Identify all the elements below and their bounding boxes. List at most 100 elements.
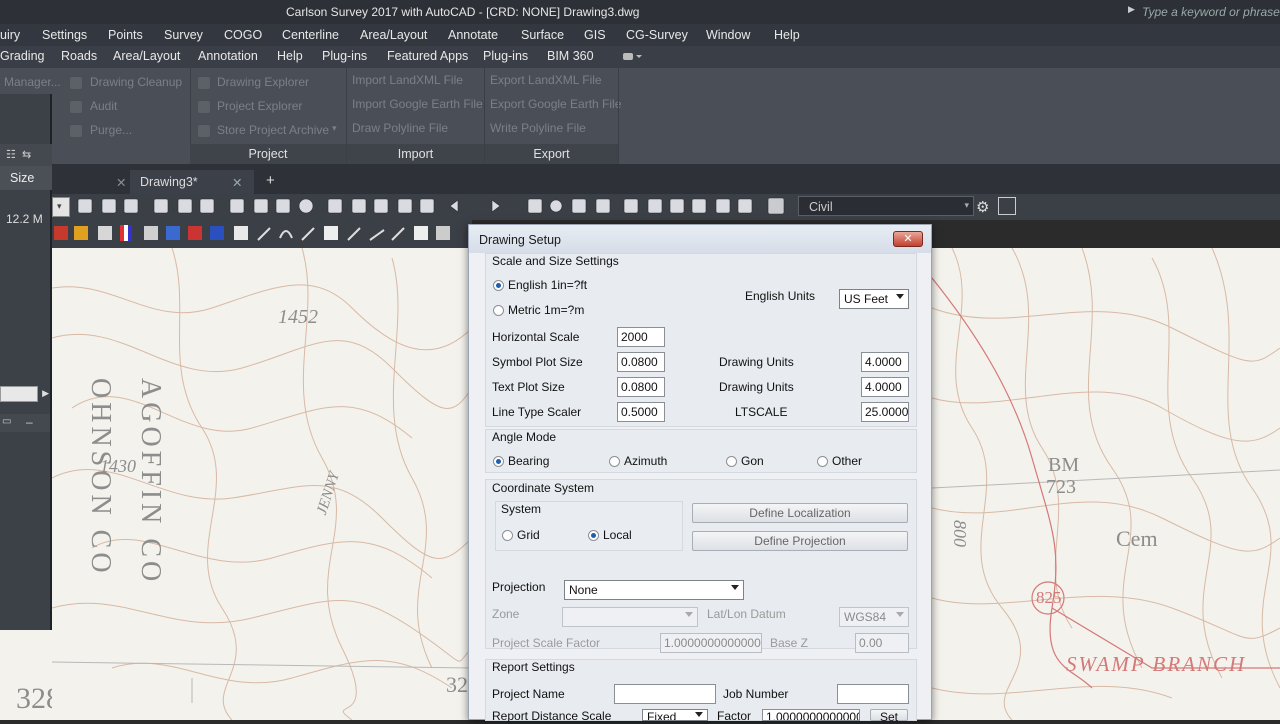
- tab-plugins-2[interactable]: Plug-ins: [483, 49, 528, 63]
- project-scale-factor-input[interactable]: 1.00000000000000: [660, 633, 762, 653]
- palette-hscroll[interactable]: ▶: [0, 386, 49, 402]
- help-search[interactable]: ▶ Type a keyword or phrase: [1128, 4, 1280, 20]
- gon-label[interactable]: Gon: [741, 454, 764, 468]
- panel-title-export[interactable]: Export: [485, 144, 618, 164]
- other-radio[interactable]: [817, 456, 828, 467]
- dialog-close-button[interactable]: ✕: [893, 231, 923, 247]
- carlson-icon-strip[interactable]: [52, 220, 472, 248]
- menu-survey[interactable]: Survey: [164, 28, 203, 42]
- ribbon-cmd-drawing-cleanup[interactable]: Drawing Cleanup: [90, 75, 182, 89]
- menu-annotate[interactable]: Annotate: [448, 28, 498, 42]
- tab-plugins[interactable]: Plug-ins: [322, 49, 367, 63]
- workspace-toggle-icon[interactable]: [622, 51, 642, 62]
- text-plot-size-input[interactable]: 0.0800: [617, 377, 665, 397]
- define-projection-button[interactable]: Define Projection: [692, 531, 908, 551]
- ribbon-cmd-project-explorer[interactable]: Project Explorer: [217, 99, 302, 113]
- report-distance-select[interactable]: Fixed: [642, 709, 708, 721]
- tab-close-icon[interactable]: ✕: [232, 175, 242, 190]
- other-label[interactable]: Other: [832, 454, 862, 468]
- layer-combo[interactable]: Civil ▾: [798, 196, 974, 216]
- menu-inquiry[interactable]: uiry: [0, 28, 20, 42]
- tab-area-layout[interactable]: Area/Layout: [113, 49, 180, 63]
- tab-featured-apps[interactable]: Featured Apps: [387, 49, 468, 63]
- settings-gear-icon[interactable]: ⚙: [976, 198, 989, 216]
- search-placeholder[interactable]: Type a keyword or phrase: [1142, 5, 1280, 19]
- menu-gis[interactable]: GIS: [584, 28, 606, 42]
- scroll-right-icon[interactable]: ▶: [42, 388, 49, 399]
- english-radio[interactable]: [493, 280, 504, 291]
- drawing-units-input-2[interactable]: 4.0000: [861, 377, 909, 397]
- define-localization-button[interactable]: Define Localization: [692, 503, 908, 523]
- local-radio[interactable]: [588, 530, 599, 541]
- toolbar-dropdown[interactable]: ▾: [52, 197, 70, 217]
- dialog-titlebar[interactable]: Drawing Setup ✕: [469, 225, 931, 253]
- metric-radio[interactable]: [493, 305, 504, 316]
- grid-radio[interactable]: [502, 530, 513, 541]
- window-icon[interactable]: ▭: [2, 416, 11, 427]
- expand-arrow-icon[interactable]: ▶: [1128, 4, 1135, 15]
- tab-drawing3[interactable]: Drawing3* ✕: [130, 170, 254, 194]
- audit-icon: [70, 101, 82, 113]
- new-tab-icon[interactable]: +: [256, 170, 285, 194]
- ribbon-cmd-write-polyline[interactable]: Write Polyline File: [490, 121, 586, 135]
- tab-annotation[interactable]: Annotation: [198, 49, 258, 63]
- menu-settings[interactable]: Settings: [42, 28, 87, 42]
- menu-area-layout[interactable]: Area/Layout: [360, 28, 427, 42]
- ribbon-cmd-export-google-earth[interactable]: Export Google Earth File: [490, 97, 621, 111]
- azimuth-radio[interactable]: [609, 456, 620, 467]
- ribbon-cmd-export-landxml[interactable]: Export LandXML File: [490, 73, 602, 87]
- menu-cg-survey[interactable]: CG-Survey: [626, 28, 688, 42]
- size-column-header[interactable]: Size: [0, 166, 52, 190]
- set-button[interactable]: Set: [870, 709, 908, 724]
- ribbon-cmd-import-google-earth[interactable]: Import Google Earth File: [352, 97, 483, 111]
- horizontal-scale-input[interactable]: 2000: [617, 327, 665, 347]
- panel-title-project[interactable]: Project: [190, 144, 346, 164]
- ribbon-cmd-store-project-archive[interactable]: Store Project Archive: [217, 123, 329, 137]
- ribbon-cmd-draw-polyline[interactable]: Draw Polyline File: [352, 121, 448, 135]
- english-radio-label[interactable]: English 1in=?ft: [508, 278, 587, 292]
- ltscale-input[interactable]: 25.0000: [861, 402, 909, 422]
- tab-bim-360[interactable]: BIM 360: [547, 49, 594, 63]
- grid-label[interactable]: Grid: [517, 528, 540, 542]
- menu-help[interactable]: Help: [774, 28, 800, 42]
- gon-radio[interactable]: [726, 456, 737, 467]
- metric-radio-label[interactable]: Metric 1m=?m: [508, 303, 584, 317]
- factor-input[interactable]: 1.00000000000000: [762, 709, 860, 721]
- bearing-label[interactable]: Bearing: [508, 454, 549, 468]
- tree-view-icon[interactable]: ⇆: [22, 148, 31, 161]
- panel-title-import[interactable]: Import: [347, 144, 484, 164]
- menu-bar: uiry Settings Points Survey COGO Centerl…: [0, 24, 1280, 46]
- dropdown-arrow-icon[interactable]: ▾: [332, 123, 337, 134]
- ribbon-cmd-audit[interactable]: Audit: [90, 99, 117, 113]
- azimuth-label[interactable]: Azimuth: [624, 454, 667, 468]
- tab-help[interactable]: Help: [277, 49, 303, 63]
- toolbar-icon-strip[interactable]: [72, 194, 792, 220]
- menu-window[interactable]: Window: [706, 28, 750, 42]
- projection-select[interactable]: None: [564, 580, 744, 600]
- drawing-area-left[interactable]: 328: [0, 630, 61, 720]
- layer-manager-icon[interactable]: [998, 197, 1016, 215]
- menu-centerline[interactable]: Centerline: [282, 28, 339, 42]
- menu-cogo[interactable]: COGO: [224, 28, 262, 42]
- ribbon-cmd-purge[interactable]: Purge...: [90, 123, 132, 137]
- tab-roads[interactable]: Roads: [61, 49, 97, 63]
- menu-surface[interactable]: Surface: [521, 28, 564, 42]
- tab-grading[interactable]: Grading: [0, 49, 44, 63]
- menu-points[interactable]: Points: [108, 28, 143, 42]
- ribbon-cmd-drawing-explorer[interactable]: Drawing Explorer: [217, 75, 309, 89]
- ribbon-cmd-import-landxml[interactable]: Import LandXML File: [352, 73, 463, 87]
- drawing-units-input-1[interactable]: 4.0000: [861, 352, 909, 372]
- list-view-icon[interactable]: ☷: [6, 148, 16, 161]
- zone-select[interactable]: [562, 607, 698, 627]
- symbol-plot-size-input[interactable]: 0.0800: [617, 352, 665, 372]
- local-label[interactable]: Local: [603, 528, 632, 542]
- project-name-input[interactable]: [614, 684, 716, 704]
- bearing-radio[interactable]: [493, 456, 504, 467]
- minimize-icon[interactable]: –: [26, 415, 33, 429]
- base-z-input[interactable]: 0.00: [855, 633, 909, 653]
- latlon-datum-select[interactable]: WGS84: [839, 607, 909, 627]
- line-type-scaler-input[interactable]: 0.5000: [617, 402, 665, 422]
- english-units-select[interactable]: US Feet: [839, 289, 909, 309]
- job-number-input[interactable]: [837, 684, 909, 704]
- ribbon-cmd-manager[interactable]: Manager...: [4, 75, 61, 89]
